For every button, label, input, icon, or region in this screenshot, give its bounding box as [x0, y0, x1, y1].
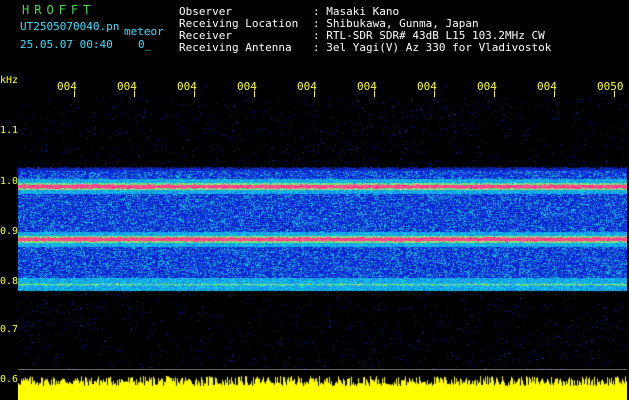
count-label: 0_ [138, 38, 152, 51]
mode-label: meteor [124, 25, 164, 38]
x-tick-mark [434, 91, 435, 97]
y-tick-0.8: 0.8 [0, 276, 19, 287]
y-tick-0.9: 0.9 [0, 226, 19, 237]
x-tick-label: 0050 [597, 80, 624, 93]
app-title: HROFFT [22, 3, 96, 17]
y-tick-0.6: 0.6 [0, 374, 19, 385]
x-tick-mark [254, 91, 255, 97]
x-tick-mark [494, 91, 495, 97]
antenna-value: : 3el Yagi(V) Az 330 for Vladivostok [313, 41, 552, 54]
x-tick-mark [314, 91, 315, 97]
y-tick-1.1: 1.1 [0, 125, 19, 136]
x-tick-mark [374, 91, 375, 97]
y-axis-unit: kHz [0, 75, 19, 86]
signal-level-trace [18, 370, 627, 400]
x-tick-mark [194, 91, 195, 97]
antenna-label: Receiving Antenna [179, 41, 292, 54]
spectrogram-plot [18, 98, 627, 370]
x-tick-mark [554, 91, 555, 97]
x-tick-mark [614, 91, 615, 97]
filename-label: UT2505070040.pn [20, 20, 120, 33]
y-tick-1.0: 1.0 [0, 176, 19, 187]
x-tick-mark [134, 91, 135, 97]
x-tick-mark [74, 91, 75, 97]
y-tick-0.7: 0.7 [0, 324, 19, 335]
timestamp-label: 25.05.07 00:40 [20, 38, 113, 51]
